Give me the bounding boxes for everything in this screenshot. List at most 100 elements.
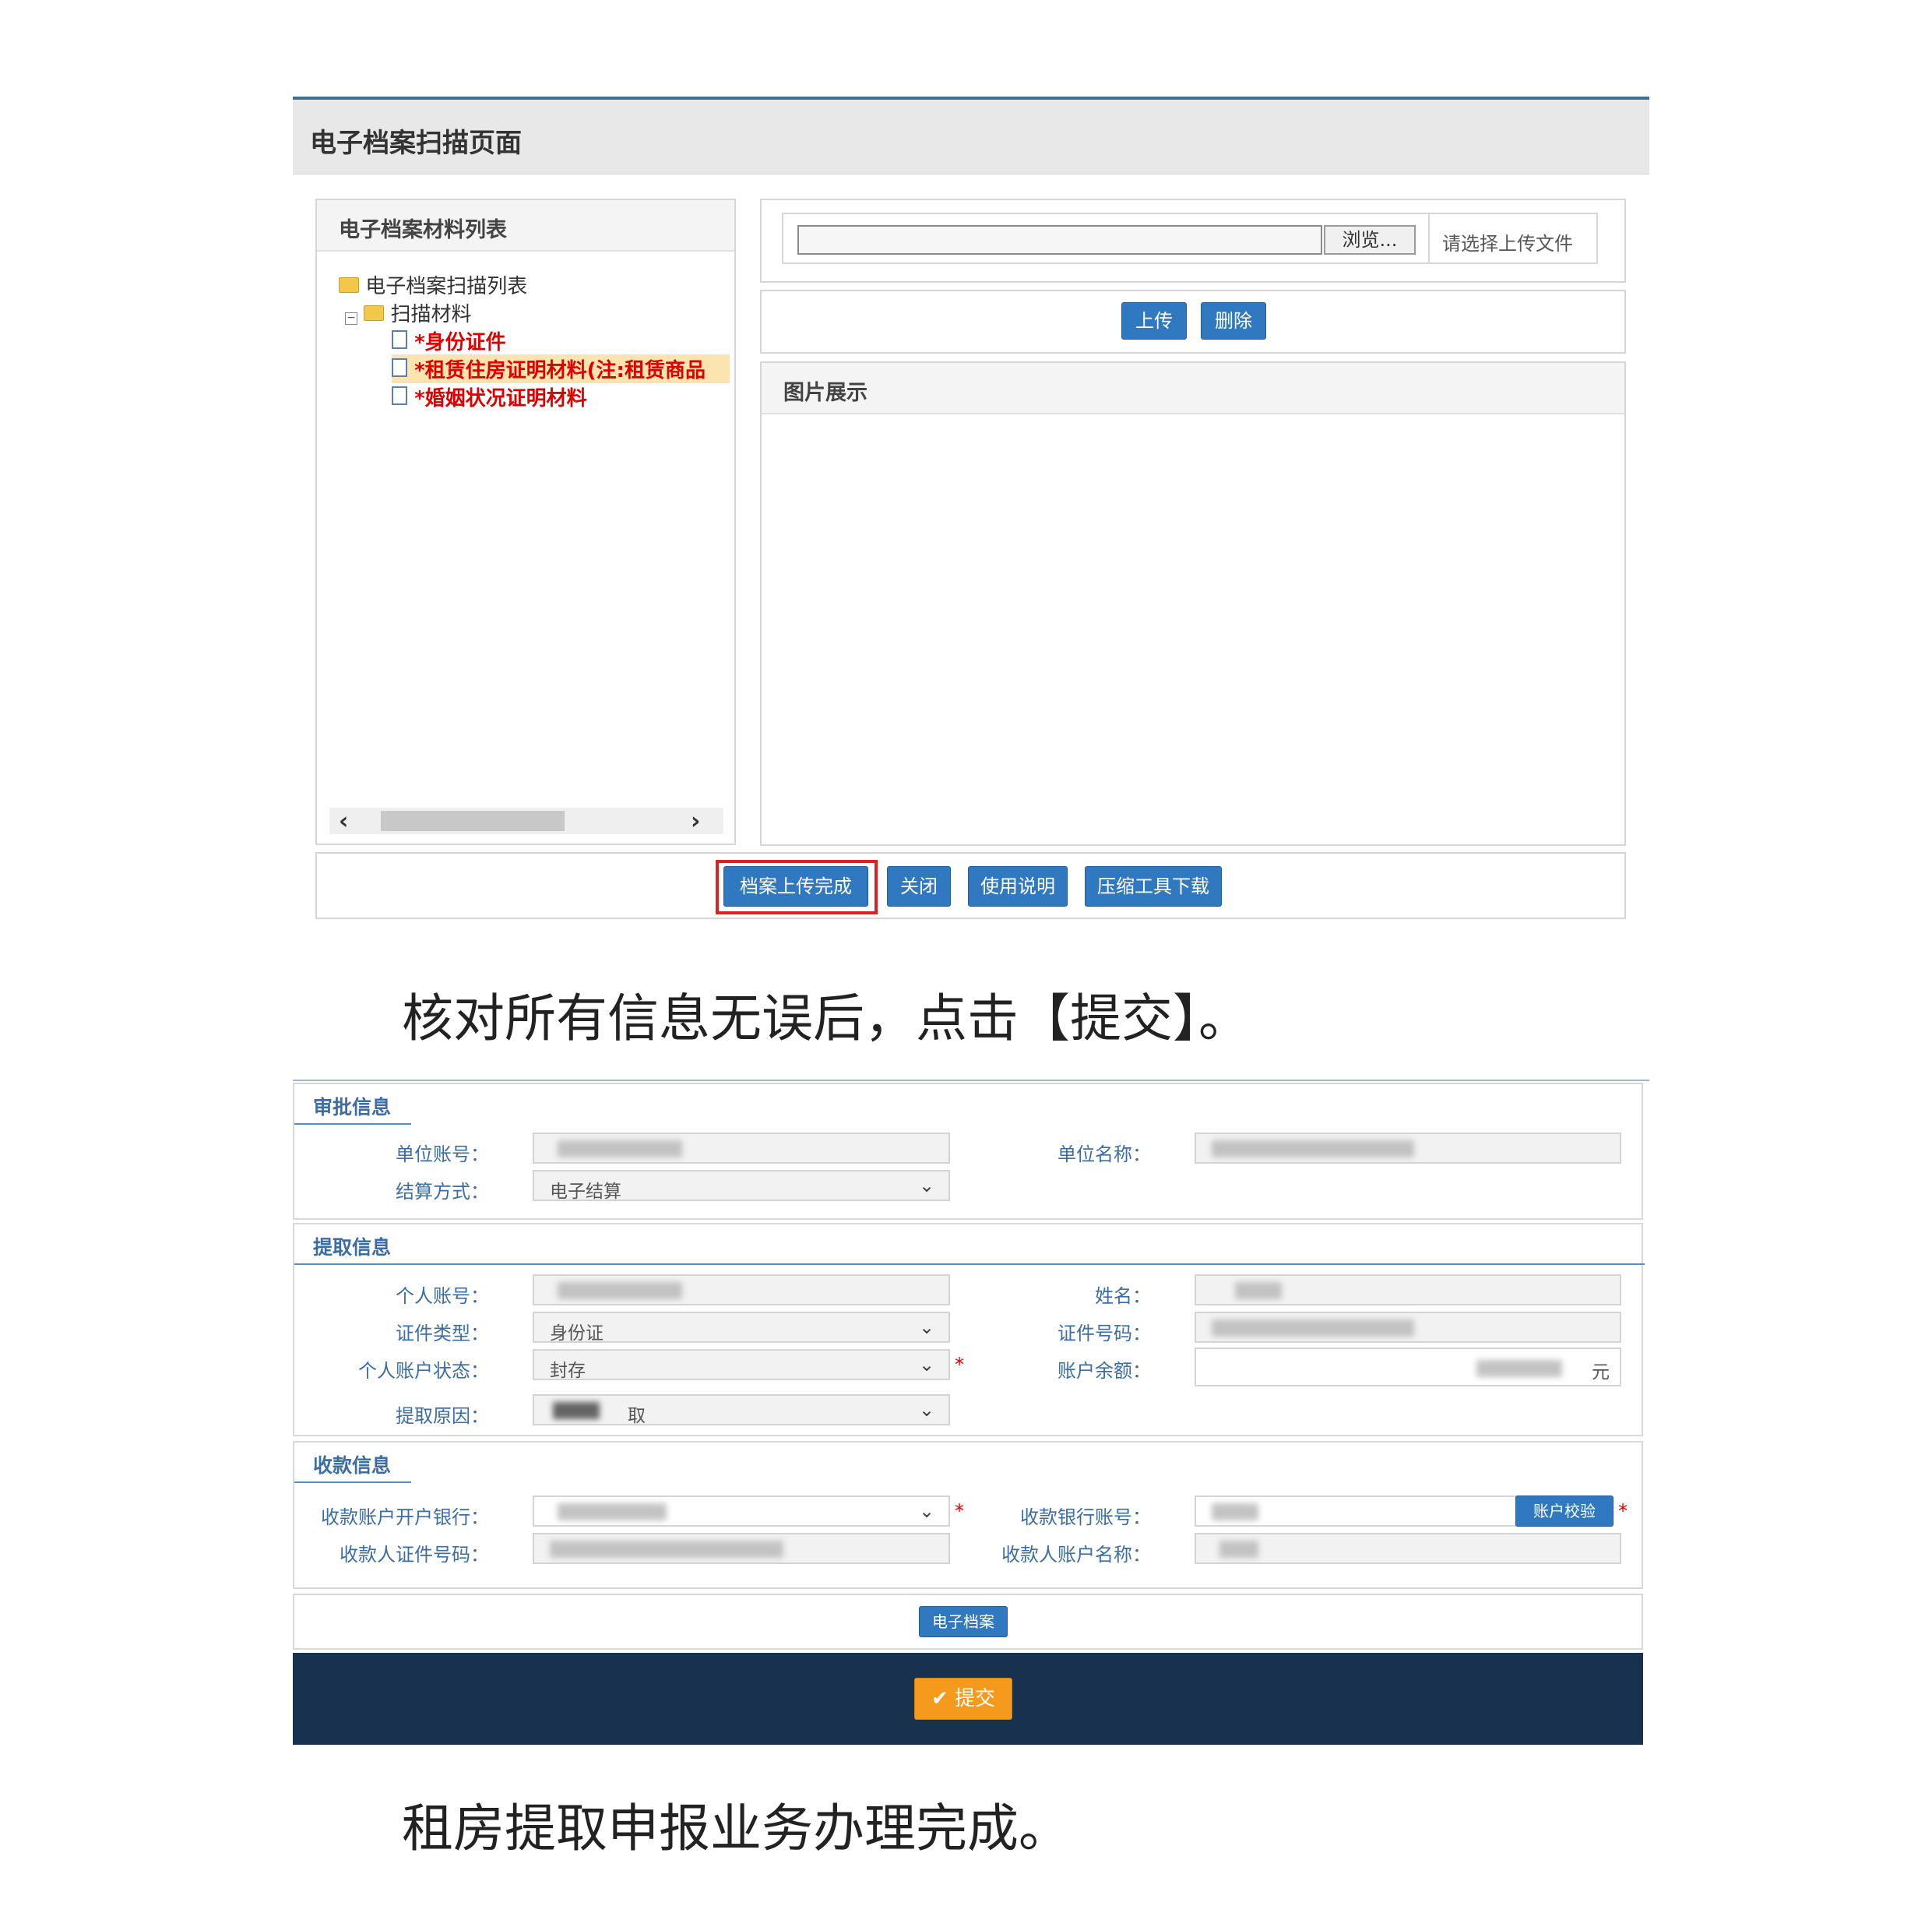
bank-select[interactable]: ⌄ xyxy=(533,1495,950,1527)
redacted-value xyxy=(1219,1541,1258,1558)
redacted-value xyxy=(1212,1319,1414,1337)
upload-panel: 浏览... 请选择上传文件 xyxy=(760,199,1626,283)
scan-page-screenshot: 电子档案扫描页面 电子档案材料列表 电子档案扫描列表 − 扫描材料 *身份证件 … xyxy=(293,97,1649,922)
redacted-value xyxy=(553,1402,600,1419)
redacted-value xyxy=(1212,1503,1258,1520)
tree-group[interactable]: − 扫描材料 xyxy=(345,298,472,327)
folder-icon xyxy=(339,277,359,293)
file-row: 浏览... 请选择上传文件 xyxy=(782,213,1598,264)
e-archive-row: 电子档案 xyxy=(293,1594,1643,1650)
page-title: 电子档案扫描页面 xyxy=(310,128,522,159)
balance-unit: 元 xyxy=(1592,1362,1610,1383)
close-button[interactable]: 关闭 xyxy=(887,866,951,907)
folder-icon xyxy=(364,305,385,321)
personal-account-label: 个人账号： xyxy=(396,1285,489,1307)
bank-account-field[interactable] xyxy=(1195,1495,1525,1527)
upload-button[interactable]: 上传 xyxy=(1121,302,1187,340)
file-icon xyxy=(392,386,407,405)
chevron-down-icon: ⌄ xyxy=(919,1399,935,1421)
chevron-down-icon: ⌄ xyxy=(919,1175,935,1196)
name-label: 姓名： xyxy=(1095,1285,1151,1307)
balance-field: 元 xyxy=(1195,1348,1621,1386)
redacted-value xyxy=(558,1140,682,1157)
reason-select[interactable]: 取 ⌄ xyxy=(533,1394,950,1426)
tree-item-id-document[interactable]: *身份证件 xyxy=(392,326,506,355)
payee-name-field[interactable] xyxy=(1195,1533,1621,1564)
withdraw-form-screenshot: 审批信息 单位账号： 单位名称： 结算方式： 电子结算 ⌄ 提取信息 个人账号：… xyxy=(293,1080,1649,1751)
section-accent xyxy=(294,1481,411,1483)
bank-account-label: 收款银行账号： xyxy=(1020,1506,1151,1528)
instruction-text-1: 核对所有信息无误后，点击【提交】。 xyxy=(402,988,1250,1048)
tree-item-marriage-proof[interactable]: *婚姻状况证明材料 xyxy=(392,382,587,411)
file-icon xyxy=(392,330,407,349)
collapse-icon[interactable]: − xyxy=(345,312,357,325)
unit-name-label: 单位名称： xyxy=(1057,1143,1151,1165)
compress-tool-download-button[interactable]: 压缩工具下载 xyxy=(1085,866,1222,907)
scan-page-header: 电子档案扫描页面 xyxy=(293,100,1649,174)
submit-button[interactable]: ✔ 提交 xyxy=(914,1678,1012,1720)
file-hint: 请选择上传文件 xyxy=(1442,233,1573,255)
payee-id-field[interactable] xyxy=(533,1533,950,1564)
footer-action-bar: 档案上传完成 关闭 使用说明 压缩工具下载 xyxy=(315,852,1626,919)
redacted-value xyxy=(1476,1360,1562,1377)
file-path-input[interactable] xyxy=(797,225,1322,255)
account-status-select[interactable]: 封存 ⌄ xyxy=(533,1349,950,1381)
settlement-value: 电子结算 xyxy=(550,1182,621,1202)
redacted-value xyxy=(550,1541,783,1558)
tree-root[interactable]: 电子档案扫描列表 xyxy=(339,270,527,299)
account-status-value: 封存 xyxy=(550,1361,586,1381)
redacted-value xyxy=(558,1282,682,1299)
id-type-select[interactable]: 身份证 ⌄ xyxy=(533,1312,950,1344)
horizontal-scrollbar[interactable]: ‹ › xyxy=(329,808,723,835)
file-icon xyxy=(392,358,407,377)
personal-account-field[interactable] xyxy=(533,1274,950,1305)
id-type-label: 证件类型： xyxy=(396,1323,489,1344)
image-display-panel: 图片展示 xyxy=(760,361,1626,846)
redacted-value xyxy=(1235,1282,1282,1299)
image-panel-title: 图片展示 xyxy=(762,363,1624,414)
top-line xyxy=(293,1080,1649,1081)
divider xyxy=(1428,214,1430,262)
balance-label: 账户余额： xyxy=(1057,1360,1151,1382)
tree-item-rental-proof[interactable]: *租赁住房证明材料(注:租赁商品 xyxy=(392,354,730,383)
reason-value: 取 xyxy=(628,1406,646,1426)
id-number-field[interactable] xyxy=(1195,1312,1621,1343)
scroll-right-icon[interactable]: › xyxy=(691,808,700,835)
archive-upload-complete-button[interactable]: 档案上传完成 xyxy=(723,866,868,907)
browse-button[interactable]: 浏览... xyxy=(1324,225,1416,255)
materials-panel-title: 电子档案材料列表 xyxy=(317,200,734,252)
instruction-text-2: 租房提取申报业务办理完成。 xyxy=(402,1798,1070,1858)
submit-bar: ✔ 提交 xyxy=(293,1653,1643,1745)
reason-label: 提取原因： xyxy=(396,1405,489,1427)
unit-account-label: 单位账号： xyxy=(396,1143,489,1165)
materials-panel: 电子档案材料列表 电子档案扫描列表 − 扫描材料 *身份证件 *租赁住房证明材料… xyxy=(315,199,736,845)
payee-section: 收款信息 收款账户开户银行： ⌄ * 收款银行账号： 账户校验 * 收款人证件号… xyxy=(293,1441,1643,1589)
upload-actions-panel: 上传 删除 xyxy=(760,290,1626,354)
withdraw-section-title: 提取信息 xyxy=(313,1236,392,1259)
required-mark: * xyxy=(1618,1500,1628,1522)
section-accent xyxy=(294,1123,411,1125)
scroll-thumb[interactable] xyxy=(381,811,565,831)
account-verify-button[interactable]: 账户校验 xyxy=(1515,1495,1614,1527)
name-field[interactable] xyxy=(1195,1274,1621,1305)
approval-section: 审批信息 单位账号： 单位名称： 结算方式： 电子结算 ⌄ xyxy=(293,1083,1643,1220)
e-archive-button[interactable]: 电子档案 xyxy=(919,1606,1008,1637)
payee-section-title: 收款信息 xyxy=(313,1454,392,1477)
section-accent xyxy=(294,1263,1645,1265)
scroll-left-icon[interactable]: ‹ xyxy=(339,808,348,835)
settlement-label: 结算方式： xyxy=(396,1181,489,1203)
bank-label: 收款账户开户银行： xyxy=(321,1506,489,1528)
payee-name-label: 收款人账户名称： xyxy=(1001,1544,1151,1566)
redacted-value xyxy=(1212,1140,1414,1157)
unit-name-field[interactable] xyxy=(1195,1133,1621,1164)
withdraw-section: 提取信息 个人账号： 姓名： 证件类型： 身份证 ⌄ 证件号码： 个人账户状态：… xyxy=(293,1223,1645,1436)
settlement-select[interactable]: 电子结算 ⌄ xyxy=(533,1170,950,1202)
id-type-value: 身份证 xyxy=(550,1323,604,1344)
id-number-label: 证件号码： xyxy=(1057,1323,1151,1344)
approval-section-title: 审批信息 xyxy=(313,1096,392,1119)
redacted-value xyxy=(558,1503,667,1520)
unit-account-field[interactable] xyxy=(533,1133,950,1164)
account-status-label: 个人账户状态： xyxy=(358,1360,489,1382)
delete-button[interactable]: 删除 xyxy=(1201,302,1266,340)
usage-instructions-button[interactable]: 使用说明 xyxy=(968,866,1068,907)
